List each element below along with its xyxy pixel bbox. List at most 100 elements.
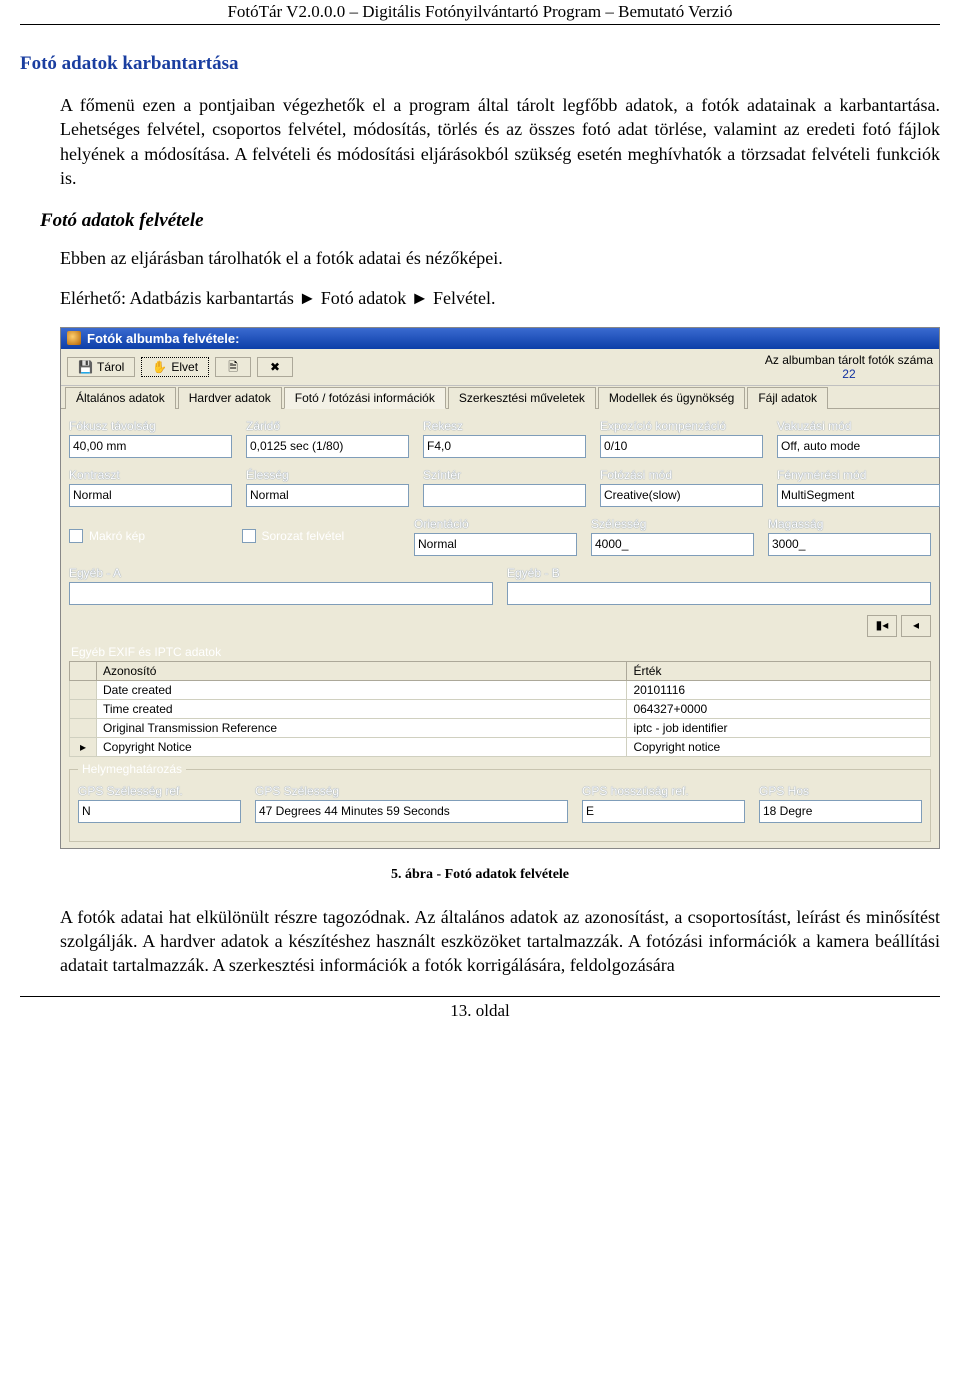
geo-fieldset: Helymeghatározás GPS Szélesség ref. GPS … bbox=[69, 769, 931, 842]
tab-photo-info[interactable]: Fotó / fotózási információk bbox=[284, 387, 446, 409]
elvet-label: Elvet bbox=[171, 360, 198, 374]
egyeb-b-input[interactable] bbox=[507, 582, 931, 605]
table-corner bbox=[70, 661, 97, 680]
app-window: Fotók albumba felvétele: 💾 Tárol ✋ Elvet… bbox=[60, 327, 940, 849]
table-row[interactable]: Date created 20101116 bbox=[70, 680, 931, 699]
album-count-value: 22 bbox=[765, 367, 933, 381]
elesseg-label: Élesség bbox=[246, 468, 409, 482]
orient-label: Orientáció bbox=[414, 517, 577, 531]
toolbar: 💾 Tárol ✋ Elvet 🗎 ✖ Az albumban tárolt f… bbox=[61, 349, 939, 386]
latref-input[interactable] bbox=[78, 800, 241, 823]
mag-input[interactable] bbox=[768, 533, 931, 556]
sorozat-checkbox[interactable]: Sorozat felvétel bbox=[242, 517, 401, 556]
section-title: Fotó adatok karbantartása bbox=[20, 53, 940, 75]
tab-models[interactable]: Modellek és ügynökség bbox=[598, 387, 745, 409]
album-count-label: Az albumban tárolt fotók száma bbox=[765, 353, 933, 367]
zarido-input[interactable] bbox=[246, 435, 409, 458]
exif-val: 064327+0000 bbox=[627, 699, 931, 718]
latref-label: GPS Szélesség ref. bbox=[78, 784, 241, 798]
discard-icon: ✋ bbox=[152, 360, 166, 374]
tarol-label: Tárol bbox=[97, 360, 124, 374]
lonref-input[interactable] bbox=[582, 800, 745, 823]
mag-label: Magasság bbox=[768, 517, 931, 531]
exif-id: Time created bbox=[97, 699, 627, 718]
szel-label: Szélesség bbox=[591, 517, 754, 531]
fokusz-label: Fókusz távolság bbox=[69, 419, 232, 433]
table-header-val[interactable]: Érték bbox=[627, 661, 931, 680]
nav-first-button[interactable]: ▮◂ bbox=[867, 615, 897, 637]
form-area: Fókusz távolság Záridő Rekesz Expozíció … bbox=[61, 409, 939, 848]
table-header-id[interactable]: Azonosító bbox=[97, 661, 627, 680]
document-icon: 🗎 bbox=[226, 360, 240, 374]
delete-icon: ✖ bbox=[268, 360, 282, 374]
checkbox-icon bbox=[242, 529, 256, 543]
exif-id: Original Transmission Reference bbox=[97, 718, 627, 737]
vaku-label: Vakuzási mód bbox=[777, 419, 940, 433]
fotomod-label: Fotózási mód bbox=[600, 468, 763, 482]
tab-general[interactable]: Általános adatok bbox=[65, 387, 176, 409]
kontraszt-input[interactable] bbox=[69, 484, 232, 507]
szel-input[interactable] bbox=[591, 533, 754, 556]
tarol-button[interactable]: 💾 Tárol bbox=[67, 357, 135, 377]
table-row[interactable]: Time created 064327+0000 bbox=[70, 699, 931, 718]
page-footer: 13. oldal bbox=[20, 996, 940, 1021]
fokusz-input[interactable] bbox=[69, 435, 232, 458]
tab-strip: Általános adatok Hardver adatok Fotó / f… bbox=[61, 386, 939, 409]
paragraph-path: Elérhető: Adatbázis karbantartás ► Fotó … bbox=[60, 286, 940, 310]
szinter-label: Színtér bbox=[423, 468, 586, 482]
window-title: Fotók albumba felvétele: bbox=[87, 331, 239, 346]
lon-label: GPS Hos bbox=[759, 784, 922, 798]
checkbox-icon bbox=[69, 529, 83, 543]
makro-checkbox[interactable]: Makró kép bbox=[69, 517, 228, 556]
exif-id: Date created bbox=[97, 680, 627, 699]
orient-input[interactable] bbox=[414, 533, 577, 556]
table-row[interactable]: Original Transmission Reference iptc - j… bbox=[70, 718, 931, 737]
album-count: Az albumban tárolt fotók száma 22 bbox=[765, 353, 933, 381]
rekesz-label: Rekesz bbox=[423, 419, 586, 433]
geo-legend: Helymeghatározás bbox=[78, 762, 186, 776]
lon-input[interactable] bbox=[759, 800, 922, 823]
elvet-button[interactable]: ✋ Elvet bbox=[141, 357, 209, 377]
subheading: Fotó adatok felvétele bbox=[40, 210, 940, 232]
egyeb-a-input[interactable] bbox=[69, 582, 493, 605]
kontraszt-label: Kontraszt bbox=[69, 468, 232, 482]
exif-val: iptc - job identifier bbox=[627, 718, 931, 737]
fenym-input[interactable] bbox=[777, 484, 940, 507]
lat-input[interactable] bbox=[255, 800, 568, 823]
expo-input[interactable] bbox=[600, 435, 763, 458]
szinter-input[interactable] bbox=[423, 484, 586, 507]
tab-hardware[interactable]: Hardver adatok bbox=[178, 387, 282, 409]
exif-val: Copyright notice bbox=[627, 737, 931, 756]
app-icon bbox=[67, 331, 81, 345]
vaku-input[interactable] bbox=[777, 435, 940, 458]
makro-label: Makró kép bbox=[89, 529, 145, 543]
lat-label: GPS Szélesség bbox=[255, 784, 568, 798]
exif-id: Copyright Notice bbox=[97, 737, 627, 756]
doc-header: FotóTár V2.0.0.0 – Digitális Fotónyilván… bbox=[20, 0, 940, 25]
tab-edit-ops[interactable]: Szerkesztési műveletek bbox=[448, 387, 596, 409]
exif-val: 20101116 bbox=[627, 680, 931, 699]
save-icon: 💾 bbox=[78, 360, 92, 374]
elesseg-input[interactable] bbox=[246, 484, 409, 507]
expo-label: Expozíció kompenzáció bbox=[600, 419, 763, 433]
new-button[interactable]: 🗎 bbox=[215, 357, 251, 377]
sorozat-label: Sorozat felvétel bbox=[262, 529, 345, 543]
row-marker-icon: ▸ bbox=[70, 737, 97, 756]
egyeb-a-label: Egyéb - A bbox=[69, 566, 493, 580]
figure-caption: 5. ábra - Fotó adatok felvétele bbox=[20, 867, 940, 883]
paragraph-2: Ebben az eljárásban tárolhatók el a fotó… bbox=[60, 246, 940, 270]
exif-table: Azonosító Érték Date created 20101116 Ti… bbox=[69, 661, 931, 757]
table-row[interactable]: ▸ Copyright Notice Copyright notice bbox=[70, 737, 931, 756]
paragraph-intro: A főmenü ezen a pontjaiban végezhetők el… bbox=[60, 93, 940, 190]
zarido-label: Záridő bbox=[246, 419, 409, 433]
rekesz-input[interactable] bbox=[423, 435, 586, 458]
tab-file[interactable]: Fájl adatok bbox=[747, 387, 828, 409]
nav-prev-button[interactable]: ◂ bbox=[901, 615, 931, 637]
egyeb-b-label: Egyéb - B bbox=[507, 566, 931, 580]
lonref-label: GPS hosszúság ref. bbox=[582, 784, 745, 798]
fenym-label: Fénymérési mód bbox=[777, 468, 940, 482]
fotomod-input[interactable] bbox=[600, 484, 763, 507]
delete-button[interactable]: ✖ bbox=[257, 357, 293, 377]
titlebar: Fotók albumba felvétele: bbox=[61, 328, 939, 349]
exif-caption: Egyéb EXIF és IPTC adatok bbox=[71, 645, 931, 659]
